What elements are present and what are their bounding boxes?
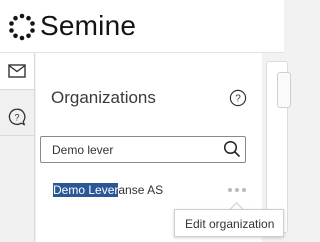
dotted-ring-logo-icon <box>9 13 35 41</box>
svg-text:?: ? <box>14 113 19 123</box>
top-bar: Semine <box>0 0 284 53</box>
side-rail: ? <box>0 53 35 242</box>
svg-text:?: ? <box>235 94 241 105</box>
detail-card <box>266 61 291 233</box>
help-bubble-icon: ? <box>8 108 26 126</box>
detail-card-field <box>277 72 291 108</box>
organization-list-item[interactable]: Demo Leveranse AS <box>36 178 262 202</box>
panel-title: Organizations <box>51 88 156 107</box>
help-circle-icon[interactable]: ? <box>229 89 247 107</box>
rail-mail-button[interactable] <box>0 53 34 90</box>
mail-icon <box>8 64 26 78</box>
search-icon[interactable] <box>223 140 241 158</box>
organization-name[interactable]: Demo Leveranse AS <box>53 182 163 198</box>
edit-organization-tooltip: Edit organization <box>174 209 284 237</box>
search-input[interactable] <box>41 137 219 162</box>
rail-help-button[interactable]: ? <box>0 99 34 136</box>
more-dots-icon[interactable] <box>226 186 248 194</box>
search-match-highlight: Demo Lever <box>53 183 119 197</box>
organization-name-rest: anse AS <box>118 183 164 197</box>
brand-name: Semine <box>40 10 137 41</box>
search-box <box>40 136 246 163</box>
